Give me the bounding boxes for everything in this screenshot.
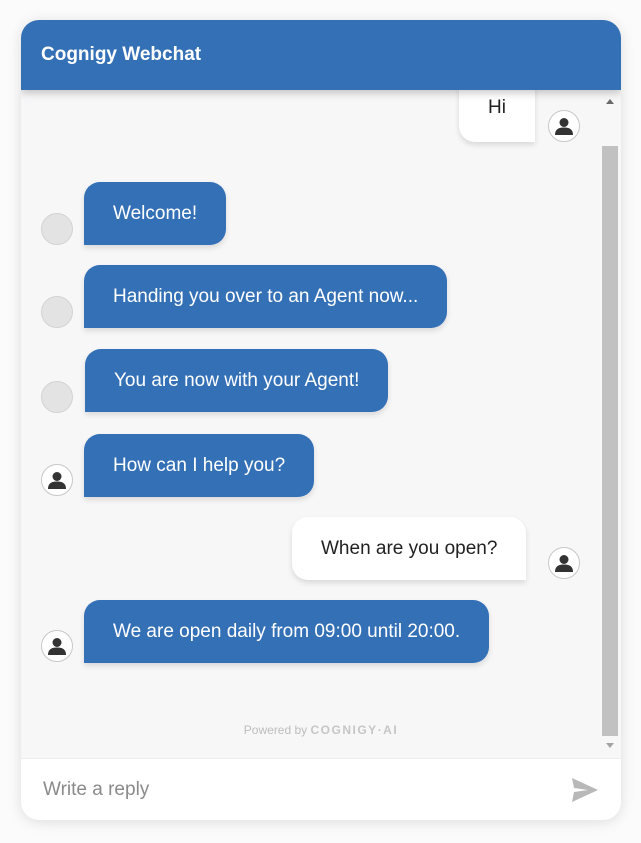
user-message: Hi bbox=[459, 90, 535, 142]
webchat-window: Cognigy Webchat Hi Welcome! Handing you … bbox=[21, 20, 621, 820]
person-icon bbox=[48, 638, 66, 655]
message-text: You are now with your Agent! bbox=[114, 370, 360, 391]
message-text: When are you open? bbox=[321, 538, 498, 559]
send-button[interactable] bbox=[570, 776, 600, 804]
agent-message: How can I help you? bbox=[84, 434, 315, 497]
bot-message: Handing you over to an Agent now... bbox=[84, 265, 448, 328]
bot-message: Welcome! bbox=[84, 182, 227, 245]
scrollbar-thumb[interactable] bbox=[602, 146, 618, 736]
message-text: How can I help you? bbox=[113, 455, 286, 476]
bot-avatar bbox=[41, 381, 73, 413]
powered-by-branding[interactable]: Powered by COGNIGY·AI bbox=[21, 723, 621, 737]
reply-bar bbox=[21, 758, 621, 820]
cognigy-logo: COGNIGY·AI bbox=[310, 723, 399, 737]
send-icon bbox=[572, 778, 598, 802]
person-icon bbox=[555, 555, 573, 572]
user-message: When are you open? bbox=[292, 517, 527, 580]
agent-avatar bbox=[41, 630, 73, 662]
message-text: We are open daily from 09:00 until 20:00… bbox=[113, 621, 461, 642]
user-avatar bbox=[548, 110, 580, 142]
message-text: Hi bbox=[488, 97, 506, 118]
scroll-down-arrow-icon[interactable] bbox=[606, 743, 614, 748]
bot-message: You are now with your Agent! bbox=[85, 349, 389, 412]
powered-by-text: Powered by bbox=[243, 723, 308, 737]
message-text: Handing you over to an Agent now... bbox=[113, 286, 419, 307]
person-icon bbox=[555, 118, 573, 135]
bot-avatar bbox=[41, 213, 73, 245]
agent-message: We are open daily from 09:00 until 20:00… bbox=[84, 600, 490, 663]
user-avatar bbox=[548, 547, 580, 579]
agent-avatar bbox=[41, 464, 73, 496]
header-title: Cognigy Webchat bbox=[41, 44, 202, 65]
message-text: Welcome! bbox=[113, 203, 198, 224]
chat-header: Cognigy Webchat bbox=[21, 20, 621, 90]
scroll-up-arrow-icon[interactable] bbox=[606, 99, 614, 104]
chat-history[interactable]: Hi Welcome! Handing you over to an Agent… bbox=[21, 90, 621, 758]
person-icon bbox=[48, 472, 66, 489]
history-scrollbar[interactable] bbox=[601, 90, 619, 758]
bot-avatar bbox=[41, 296, 73, 328]
reply-input[interactable] bbox=[41, 771, 565, 809]
